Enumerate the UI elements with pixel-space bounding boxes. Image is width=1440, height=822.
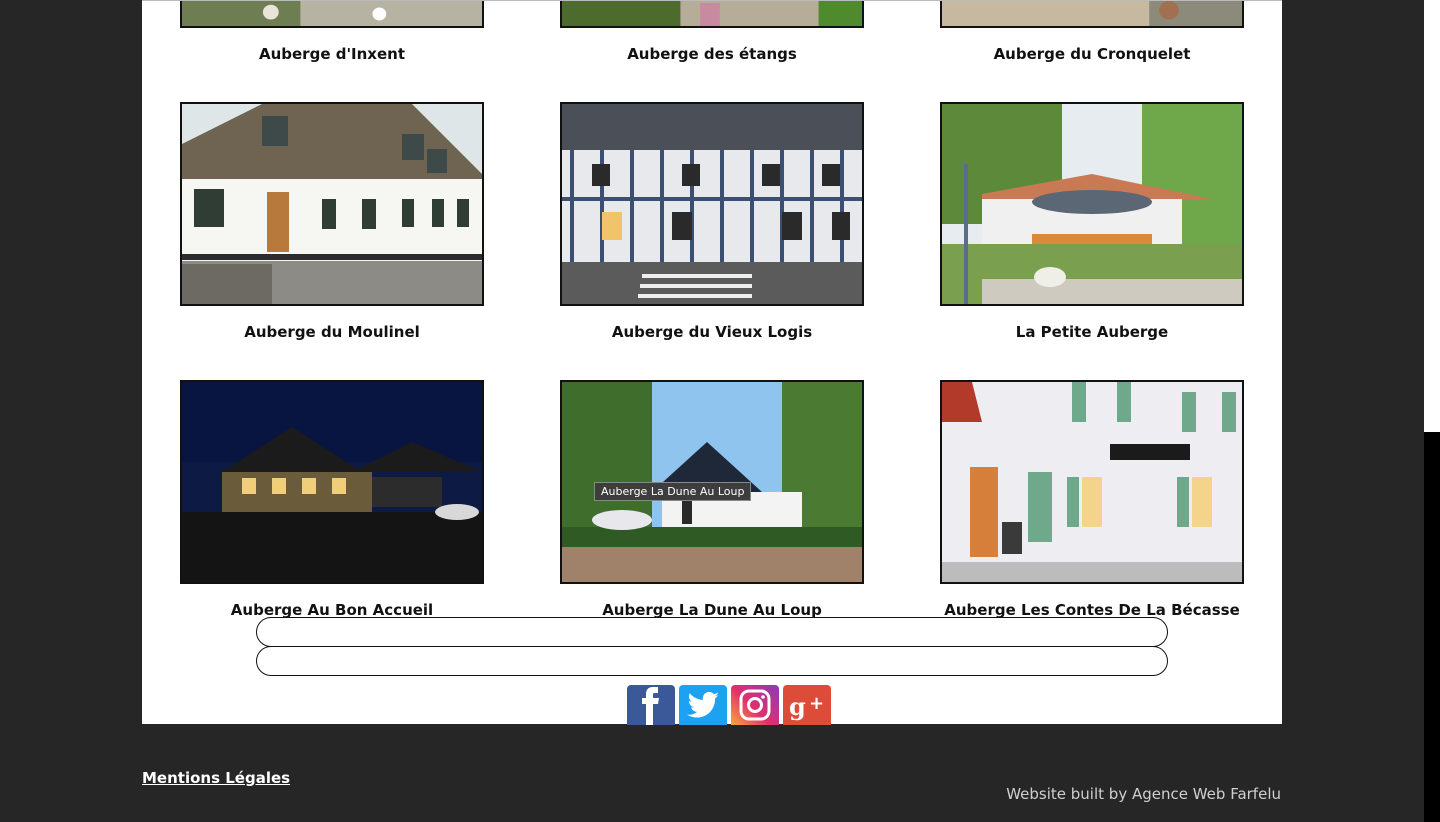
svg-text:+: +: [809, 693, 824, 714]
gallery-caption: Auberge du Vieux Logis: [611, 323, 813, 341]
facebook-icon[interactable]: [627, 685, 675, 725]
gallery-photo-etangs[interactable]: [560, 1, 864, 28]
gallery-photo-contes-becasse[interactable]: [940, 380, 1244, 584]
twitter-icon[interactable]: [679, 685, 727, 725]
gallery-caption: Auberge du Moulinel: [244, 323, 420, 341]
legal-notice-link[interactable]: Mentions Légales: [142, 769, 290, 787]
site-credit: Website built by Agence Web Farfelu: [1006, 785, 1281, 803]
gallery-photo-moulinel[interactable]: [180, 102, 484, 306]
gallery-photo-bon-accueil[interactable]: [180, 380, 484, 584]
photo-half-timbered-inn: [562, 104, 862, 304]
gallery-photo-petite-auberge[interactable]: [940, 102, 1244, 306]
gallery-caption: Auberge d'Inxent: [258, 45, 405, 63]
photo-inn-at-night: [182, 382, 482, 582]
google-plus-icon[interactable]: g +: [783, 685, 831, 725]
photo-white-inn: [182, 104, 482, 304]
gallery-photo-cronquelet[interactable]: [940, 1, 1244, 28]
hover-tooltip: Auberge La Dune Au Loup: [594, 482, 752, 501]
gallery-caption: Auberge du Cronquelet: [993, 45, 1191, 63]
svg-text:g: g: [789, 692, 806, 721]
right-edge-strip-dark: [1424, 432, 1440, 822]
gallery-photo-inxent[interactable]: [180, 1, 484, 28]
instagram-icon[interactable]: [731, 685, 779, 725]
gallery-panel: Auberge d'Inxent Auberge des étangs Aube…: [142, 0, 1282, 725]
gallery-photo-vieux-logis[interactable]: [560, 102, 864, 306]
decorative-divider: [256, 646, 1168, 676]
decorative-divider: [256, 617, 1168, 647]
photo-restaurant-facade: [942, 382, 1242, 582]
gallery-caption: La Petite Auberge: [1015, 323, 1169, 341]
photo-garden-terrace: [942, 104, 1242, 304]
gallery-caption: Auberge des étangs: [627, 45, 797, 63]
right-edge-strip: [1424, 0, 1440, 432]
